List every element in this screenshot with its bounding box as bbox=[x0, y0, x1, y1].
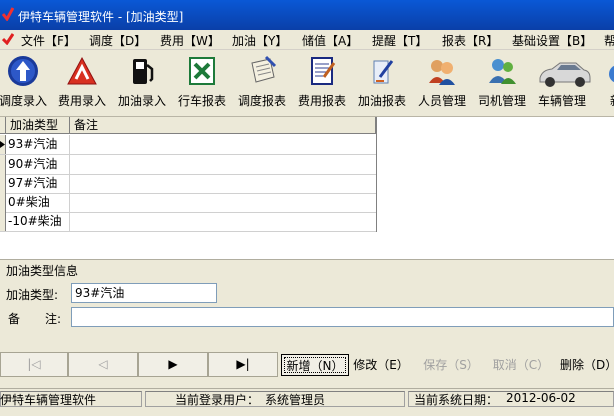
people-icon bbox=[429, 60, 455, 85]
toolbar: 调度录入 费用录入 加油录入 行车报表 调度报表 费用报表 加油报表 人员管理 … bbox=[0, 50, 614, 117]
cell-fuel-type[interactable]: 0#柴油 bbox=[6, 193, 70, 212]
globe-icon bbox=[609, 65, 614, 83]
menu-fuel[interactable]: 加油【Y】 bbox=[232, 32, 287, 49]
save-button[interactable]: 保存（S） bbox=[422, 354, 480, 376]
current-row-arrow-icon bbox=[0, 141, 5, 148]
menu-report[interactable]: 报表【R】 bbox=[442, 32, 498, 49]
edit-button[interactable]: 修改（E） bbox=[352, 354, 410, 376]
toolbar-new-button[interactable]: 新 bbox=[594, 50, 614, 112]
table-row[interactable]: -10#柴油 bbox=[0, 212, 376, 232]
fuel-type-label: 加油类型: bbox=[6, 288, 59, 302]
menu-reminder[interactable]: 提醒【T】 bbox=[372, 32, 427, 49]
menu-file[interactable]: 文件【F】 bbox=[21, 32, 76, 49]
toolbar-driving-report-button[interactable]: 行车报表 bbox=[172, 50, 232, 112]
toolbar-fuel-entry-button[interactable]: 加油录入 bbox=[112, 50, 172, 112]
toolbar-vehicle-management-button[interactable]: 车辆管理 bbox=[532, 50, 592, 112]
fuel-type-info-group: 加油类型信息 加油类型: 93#汽油 备 注: bbox=[0, 259, 614, 332]
driver-icon bbox=[489, 59, 516, 84]
menu-bar: 文件【F】 调度【D】 费用【W】 加油【Y】 储值【A】 提醒【T】 报表【R… bbox=[0, 30, 614, 50]
table-row[interactable]: 93#汽油 bbox=[0, 135, 376, 155]
toolbar-dispatch-report-button[interactable]: 调度报表 bbox=[232, 50, 292, 112]
toolbar-label: 车辆管理 bbox=[537, 94, 586, 108]
fuel-type-grid[interactable]: 加油类型 备注 93#汽油 90#汽油 97#汽油 0#柴油 -10#柴油 bbox=[0, 117, 377, 232]
note-label-left: 备 bbox=[8, 312, 21, 326]
add-button[interactable]: 新增（N） bbox=[281, 354, 349, 376]
table-row[interactable]: 0#柴油 bbox=[0, 193, 376, 213]
note-field[interactable] bbox=[71, 307, 614, 327]
app-check-icon bbox=[2, 7, 14, 21]
toolbar-fuel-report-button[interactable]: 加油报表 bbox=[352, 50, 412, 112]
next-record-button[interactable]: ▶ bbox=[138, 352, 208, 377]
car-icon bbox=[539, 62, 591, 87]
menu-dispatch[interactable]: 调度【D】 bbox=[89, 32, 146, 49]
table-row[interactable]: 97#汽油 bbox=[0, 174, 376, 194]
mdi-child-icon[interactable] bbox=[2, 33, 14, 45]
window-title: 伊特车辆管理软件 - [加油类型] bbox=[18, 10, 184, 24]
toolbar-staff-management-button[interactable]: 人员管理 bbox=[412, 50, 472, 112]
status-bar: 伊特车辆管理软件 当前登录用户： 系统管理员 当前系统日期： 2012-06-0… bbox=[0, 388, 614, 409]
pen-doc-icon bbox=[373, 60, 394, 84]
notepad-icon bbox=[311, 57, 336, 85]
cell-fuel-type[interactable]: 97#汽油 bbox=[6, 174, 70, 193]
note-label-right: 注: bbox=[45, 312, 62, 326]
menu-deposit[interactable]: 储值【A】 bbox=[302, 32, 358, 49]
toolbar-expense-report-button[interactable]: 费用报表 bbox=[292, 50, 352, 112]
warning-icon bbox=[67, 56, 97, 85]
cell-fuel-type[interactable]: 93#汽油 bbox=[6, 135, 70, 154]
group-title: 加油类型信息 bbox=[6, 264, 79, 278]
first-record-button[interactable]: |◁ bbox=[0, 352, 68, 377]
menu-basic-settings[interactable]: 基础设置【B】 bbox=[512, 32, 592, 49]
toolbar-driver-management-button[interactable]: 司机管理 bbox=[472, 50, 532, 112]
prev-record-button[interactable]: ◁ bbox=[68, 352, 138, 377]
toolbar-label: 新 bbox=[610, 92, 614, 109]
excel-icon bbox=[189, 57, 215, 85]
fuel-pump-icon bbox=[133, 59, 154, 84]
toolbar-expense-entry-button[interactable]: 费用录入 bbox=[52, 50, 112, 112]
table-row[interactable]: 90#汽油 bbox=[0, 155, 376, 175]
last-record-button[interactable]: ▶| bbox=[208, 352, 278, 377]
cancel-button[interactable]: 取消（C） bbox=[492, 354, 550, 376]
menu-expense[interactable]: 费用【W】 bbox=[160, 32, 220, 49]
status-date-value: 2012-06-02 bbox=[506, 391, 576, 405]
cell-fuel-type[interactable]: 90#汽油 bbox=[6, 155, 70, 174]
cell-fuel-type[interactable]: -10#柴油 bbox=[6, 212, 70, 231]
fuel-type-field[interactable]: 93#汽油 bbox=[71, 283, 217, 303]
scroll-icon bbox=[251, 55, 277, 83]
status-user-value: 系统管理员 bbox=[265, 393, 326, 407]
title-bar: 伊特车辆管理软件 - [加油类型] bbox=[0, 0, 614, 30]
status-user-label: 当前登录用户： bbox=[175, 393, 260, 407]
column-header-note[interactable]: 备注 bbox=[70, 117, 376, 134]
up-arrow-icon bbox=[8, 56, 38, 86]
status-date-label: 当前系统日期： bbox=[414, 393, 499, 407]
delete-button[interactable]: 删除（D） bbox=[560, 354, 614, 376]
menu-help[interactable]: 帮 bbox=[604, 32, 614, 49]
status-app-name: 伊特车辆管理软件 bbox=[0, 393, 97, 407]
column-header-fuel-type[interactable]: 加油类型 bbox=[6, 117, 70, 134]
